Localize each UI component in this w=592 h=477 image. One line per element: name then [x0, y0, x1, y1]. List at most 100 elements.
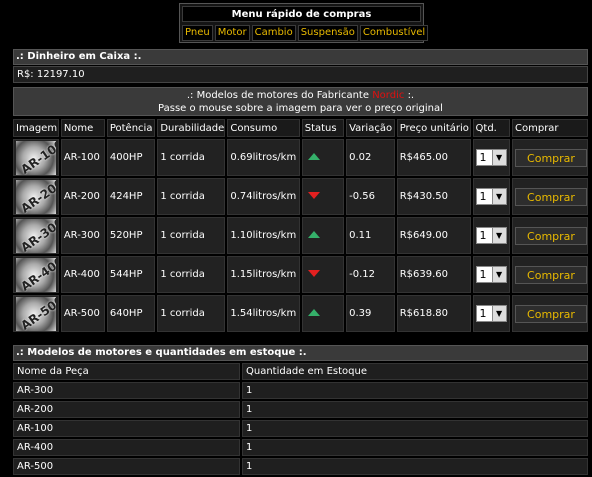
- engine-power: 520HP: [106, 217, 156, 254]
- engine-name: AR-200: [60, 178, 105, 215]
- table-row: AR-400 AR-400 544HP 1 corrida 1.15litros/km -…: [13, 256, 588, 293]
- quick-link-cambio[interactable]: Cambio: [251, 25, 296, 41]
- models-header: .: Modelos de motores do Fabricante Nord…: [13, 87, 588, 116]
- engine-image[interactable]: AR-500: [16, 296, 56, 331]
- chevron-down-icon[interactable]: ▼: [491, 306, 506, 321]
- status-cell: [301, 295, 345, 332]
- stock-header-row: Nome da Peça Quantidade em Estoque: [13, 363, 588, 380]
- quick-link-suspensao[interactable]: Suspensão: [297, 25, 358, 41]
- table-row: AR-100 1: [13, 420, 588, 437]
- stock-quantity: 1: [242, 401, 588, 418]
- stock-table: Nome da Peça Quantidade em Estoque AR-30…: [11, 361, 590, 477]
- engine-image-cell: AR-400: [13, 256, 59, 293]
- col-variacao: Variação: [346, 119, 395, 137]
- col-durabilidade: Durabilidade: [157, 119, 226, 137]
- engine-power: 640HP: [106, 295, 156, 332]
- col-nome-peca: Nome da Peça: [13, 363, 240, 380]
- chevron-down-icon[interactable]: ▼: [491, 267, 506, 282]
- engine-image-label: AR-500: [18, 296, 56, 331]
- engine-models-table: Imagem Nome Potência Durabilidade Consum…: [11, 117, 590, 334]
- chevron-down-icon[interactable]: ▼: [491, 228, 506, 243]
- buy-cell: Comprar: [512, 178, 588, 215]
- engine-image-label: AR-400: [18, 257, 56, 292]
- stock-part-name: AR-300: [13, 382, 240, 399]
- arrow-up-icon: [307, 153, 320, 160]
- engine-power: 544HP: [106, 256, 156, 293]
- stock-part-name: AR-100: [13, 420, 240, 437]
- quantity-select[interactable]: 1 ▼: [475, 188, 507, 205]
- engine-image[interactable]: AR-100: [16, 140, 56, 175]
- models-hint: Passe o mouse sobre a imagem para ver o …: [158, 103, 443, 114]
- table-row: AR-400 1: [13, 439, 588, 456]
- table-header-row: Imagem Nome Potência Durabilidade Consum…: [13, 119, 588, 137]
- table-row: AR-200 AR-200 424HP 1 corrida 0.74litros/km -…: [13, 178, 588, 215]
- buy-cell: Comprar: [512, 295, 588, 332]
- buy-button[interactable]: Comprar: [515, 148, 587, 167]
- status-cell: [301, 178, 345, 215]
- col-quantidade-estoque: Quantidade em Estoque: [242, 363, 588, 380]
- engine-price: R$649.00: [396, 217, 471, 254]
- engine-image[interactable]: AR-200: [16, 179, 56, 214]
- quick-menu: Menu rápido de compras Pneu Motor Cambio…: [179, 3, 429, 43]
- engine-power: 400HP: [106, 139, 156, 176]
- table-row: AR-300 1: [13, 382, 588, 399]
- engine-image[interactable]: AR-300: [16, 218, 56, 253]
- engine-image[interactable]: AR-400: [16, 257, 56, 292]
- engine-durability: 1 corrida: [157, 139, 226, 176]
- quantity-select[interactable]: 1 ▼: [475, 227, 507, 244]
- qty-cell: 1 ▼: [472, 256, 510, 293]
- engine-image-label: AR-300: [18, 218, 56, 253]
- buy-cell: Comprar: [512, 139, 588, 176]
- engine-durability: 1 corrida: [157, 256, 226, 293]
- col-potencia: Potência: [106, 119, 156, 137]
- engine-image-cell: AR-100: [13, 139, 59, 176]
- qty-cell: 1 ▼: [472, 295, 510, 332]
- buy-cell: Comprar: [512, 217, 588, 254]
- buy-button[interactable]: Comprar: [515, 265, 587, 284]
- engine-consumption: 1.15litros/km: [227, 256, 300, 293]
- qty-cell: 1 ▼: [472, 217, 510, 254]
- table-row: AR-500 AR-500 640HP 1 corrida 1.54litros/km 0…: [13, 295, 588, 332]
- quick-menu-title: Menu rápido de compras: [182, 6, 421, 22]
- quantity-value: 1: [479, 229, 487, 242]
- chevron-down-icon[interactable]: ▼: [491, 150, 506, 165]
- quick-menu-links: Pneu Motor Cambio Suspensão Combustível: [182, 25, 429, 41]
- arrow-down-icon: [307, 192, 320, 199]
- arrow-down-icon: [307, 270, 320, 277]
- engine-consumption: 0.69litros/km: [227, 139, 300, 176]
- cash-value: R$: 12197.10: [13, 66, 588, 83]
- col-consumo: Consumo: [227, 119, 300, 137]
- quick-link-pneu[interactable]: Pneu: [182, 25, 213, 41]
- quantity-value: 1: [479, 307, 487, 320]
- engine-image-cell: AR-300: [13, 217, 59, 254]
- qty-cell: 1 ▼: [472, 139, 510, 176]
- engine-name: AR-100: [60, 139, 105, 176]
- models-title-prefix: .: Modelos de motores do Fabricante: [186, 90, 370, 101]
- quantity-value: 1: [479, 151, 487, 164]
- engine-power: 424HP: [106, 178, 156, 215]
- engine-durability: 1 corrida: [157, 295, 226, 332]
- engine-image-label: AR-100: [18, 140, 56, 175]
- engine-image-label: AR-200: [18, 179, 56, 214]
- quantity-select[interactable]: 1 ▼: [475, 149, 507, 166]
- engine-durability: 1 corrida: [157, 178, 226, 215]
- engine-variation: 0.11: [346, 217, 395, 254]
- chevron-down-icon[interactable]: ▼: [491, 189, 506, 204]
- buy-button[interactable]: Comprar: [515, 226, 587, 245]
- quick-link-motor[interactable]: Motor: [214, 25, 250, 41]
- cash-header: .: Dinheiro em Caixa :.: [13, 49, 588, 65]
- engine-image-cell: AR-200: [13, 178, 59, 215]
- quick-link-combustivel[interactable]: Combustível: [359, 25, 429, 41]
- status-cell: [301, 139, 345, 176]
- stock-quantity: 1: [242, 439, 588, 456]
- buy-button[interactable]: Comprar: [515, 187, 587, 206]
- quantity-select[interactable]: 1 ▼: [475, 266, 507, 283]
- quantity-select[interactable]: 1 ▼: [475, 305, 507, 322]
- engine-name: AR-500: [60, 295, 105, 332]
- models-title: .: Modelos de motores do Fabricante Nord…: [14, 89, 587, 102]
- stock-part-name: AR-200: [13, 401, 240, 418]
- engine-price: R$430.50: [396, 178, 471, 215]
- status-cell: [301, 256, 345, 293]
- col-qtd: Qtd.: [472, 119, 510, 137]
- buy-button[interactable]: Comprar: [515, 304, 587, 323]
